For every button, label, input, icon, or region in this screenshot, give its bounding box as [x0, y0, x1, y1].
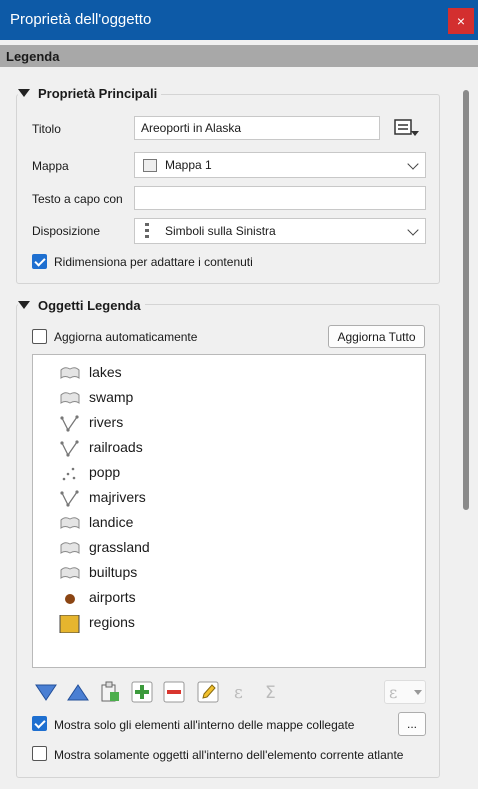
svg-text:ε: ε: [389, 683, 397, 702]
resize-checkbox[interactable]: [32, 254, 47, 269]
only-atlas-checkbox[interactable]: [32, 746, 47, 761]
line-icon: [60, 440, 79, 457]
item-label: airports: [89, 589, 136, 605]
arrow-down-icon: [35, 684, 57, 701]
auto-update-label[interactable]: Aggiorna automaticamente: [54, 330, 197, 344]
title-input[interactable]: Areoporti in Alaska: [134, 116, 380, 140]
remove-layer-button[interactable]: [162, 680, 186, 704]
chevron-down-icon: [407, 224, 419, 236]
wrap-label: Testo a capo con: [32, 192, 123, 206]
fill-square-icon: [59, 615, 80, 633]
item-label: railroads: [89, 439, 143, 455]
auto-update-checkbox[interactable]: [32, 329, 47, 344]
scrollbar-thumb[interactable]: [463, 90, 469, 510]
line-icon: [60, 490, 79, 507]
edit-item-button[interactable]: [196, 680, 220, 704]
collapse-triangle-icon[interactable]: [18, 89, 30, 97]
polygon-icon: [60, 517, 80, 529]
symbol-layout-icon: [145, 223, 149, 239]
legend-items-header[interactable]: Oggetti Legenda: [18, 298, 145, 313]
title-bar: Proprietà dell'oggetto ×: [0, 0, 478, 40]
svg-text:Σ: Σ: [265, 683, 276, 703]
item-label: popp: [89, 464, 121, 480]
resize-label[interactable]: Ridimensiona per adattare i contenuti: [54, 255, 253, 269]
add-layer-button[interactable]: [130, 680, 154, 704]
item-label: regions: [89, 614, 135, 630]
minus-icon: [163, 681, 185, 703]
map-label: Mappa: [32, 159, 69, 173]
item-label: swamp: [89, 389, 134, 405]
move-up-button[interactable]: [66, 680, 90, 704]
epsilon-icon: ε: [234, 683, 243, 703]
more-options-button[interactable]: ...: [398, 712, 426, 736]
wrap-input[interactable]: [134, 186, 426, 210]
item-label: builtups: [89, 564, 138, 580]
item-label: lakes: [89, 364, 122, 380]
sigma-icon: Σ: [265, 683, 276, 703]
only-linked-checkbox[interactable]: [32, 716, 47, 731]
move-down-button[interactable]: [34, 680, 58, 704]
collapse-triangle-icon[interactable]: [18, 301, 30, 309]
title-label: Titolo: [32, 122, 61, 136]
main-properties-title: Proprietà Principali: [38, 86, 158, 101]
legend-section-header: Legenda: [0, 45, 478, 67]
arrow-up-icon: [67, 684, 89, 701]
legend-items-title: Oggetti Legenda: [38, 298, 141, 313]
map-icon: [143, 159, 157, 172]
dot-icon: [65, 594, 75, 604]
layout-select-value: Simboli sulla Sinistra: [165, 224, 276, 238]
item-label: grassland: [89, 539, 150, 555]
polygon-icon: [60, 542, 80, 554]
map-select-value: Mappa 1: [165, 158, 212, 172]
expression-button[interactable]: ε: [228, 680, 252, 704]
text-expression-icon: [394, 119, 419, 136]
line-icon: [60, 415, 79, 432]
polygon-icon: [60, 392, 80, 404]
pencil-icon: [197, 681, 219, 703]
map-select[interactable]: Mappa 1: [134, 152, 426, 178]
add-group-button[interactable]: [98, 680, 122, 704]
only-atlas-label[interactable]: Mostra solamente oggetti all'interno del…: [54, 748, 403, 762]
chevron-down-icon: [407, 158, 419, 170]
main-properties-header[interactable]: Proprietà Principali: [18, 86, 162, 101]
filter-expression-button[interactable]: ε: [384, 680, 426, 704]
layout-label: Disposizione: [32, 224, 101, 238]
point-icon: [62, 467, 76, 481]
window-title: Proprietà dell'oggetto: [10, 11, 152, 28]
item-label: majrivers: [89, 489, 146, 505]
legend-tree[interactable]: lakes swamp rivers railroads popp majriv…: [32, 354, 426, 668]
item-label: landice: [89, 514, 134, 530]
update-all-button[interactable]: Aggiorna Tutto: [328, 325, 425, 348]
polygon-icon: [60, 367, 80, 379]
plus-icon: [131, 681, 153, 703]
item-label: rivers: [89, 414, 124, 430]
count-features-button[interactable]: Σ: [260, 680, 284, 704]
svg-text:ε: ε: [234, 683, 243, 703]
only-linked-label[interactable]: Mostra solo gli elementi all'interno del…: [54, 718, 354, 732]
add-group-icon: [101, 681, 119, 702]
polygon-icon: [60, 567, 80, 579]
close-button[interactable]: ×: [448, 8, 474, 34]
filter-expression-icon: ε: [389, 683, 422, 702]
layout-select[interactable]: Simboli sulla Sinistra: [134, 218, 426, 244]
expression-menu-button[interactable]: [392, 116, 422, 140]
